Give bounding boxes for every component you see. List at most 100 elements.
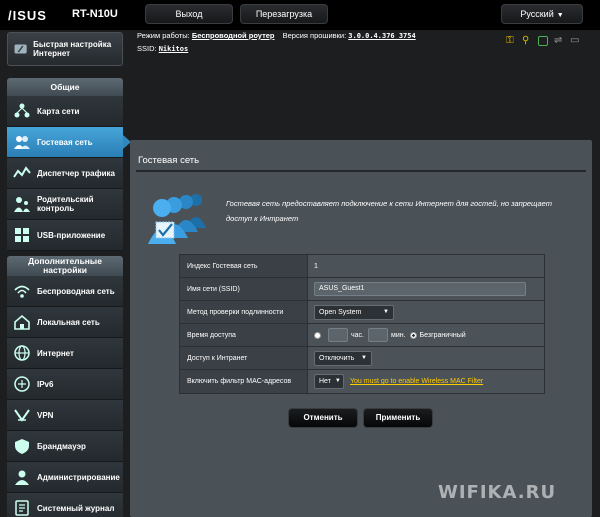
- usb-app-icon: [15, 228, 29, 242]
- printer-icon[interactable]: ▭: [570, 36, 580, 46]
- form-row-auth: Метод проверки подлинности Open System ▼: [180, 301, 544, 324]
- quick-setup-button[interactable]: Быстрая настройка Интернет: [7, 32, 123, 66]
- wireless-icon: [14, 285, 30, 298]
- minutes-unit: мин.: [391, 331, 406, 339]
- internet-status-icon[interactable]: [538, 36, 548, 46]
- general-section-header: Общие: [7, 78, 123, 96]
- index-label: Индекс Гостевая сеть: [180, 255, 308, 277]
- sidebar-item-label: Гостевая сеть: [37, 137, 93, 147]
- form-row-ssid: Имя сети (SSID) ASUS_Guest1: [180, 278, 544, 301]
- ethernet-icon[interactable]: ⚲: [522, 36, 532, 46]
- guest-users-icon: [148, 194, 206, 244]
- sidebar-item-label: VPN: [37, 410, 54, 420]
- status-icons: ⚿ ⚲ ⇌ ▭: [506, 36, 580, 46]
- hours-input[interactable]: [328, 328, 348, 342]
- sidebar-item-wireless[interactable]: Беспроводная сеть: [7, 276, 123, 307]
- sidebar-item-label: USB-приложение: [37, 230, 106, 240]
- cancel-button[interactable]: Отменить: [288, 408, 358, 428]
- asus-logo[interactable]: /ISUS: [8, 8, 47, 23]
- form-row-access-time: Время доступа час. мин. Безграничный: [180, 324, 544, 347]
- key-icon[interactable]: ⚿: [506, 36, 516, 46]
- hours-unit: час.: [351, 331, 364, 339]
- sidebar-item-label: Администрирование: [37, 472, 120, 482]
- sidebar-item-system-log[interactable]: Системный журнал: [7, 493, 123, 517]
- sidebar-item-label: Локальная сеть: [37, 317, 100, 327]
- page-title: Гостевая сеть: [138, 155, 200, 166]
- mac-filter-label: Включить фильтр MAC-адресов: [180, 370, 308, 393]
- title-divider: [136, 170, 586, 172]
- sidebar-item-vpn[interactable]: VPN: [7, 400, 123, 431]
- firmware-label: Версия прошивки:: [282, 31, 347, 40]
- ssid-link[interactable]: Nikitos: [159, 45, 189, 53]
- mac-filter-value: Нет: [319, 378, 331, 385]
- router-model: RT-N10U: [72, 8, 118, 20]
- mac-filter-select[interactable]: Нет ▼: [314, 374, 344, 389]
- sidebar-item-label: IPv6: [37, 379, 54, 389]
- chevron-down-icon: ▼: [361, 354, 367, 361]
- system-log-icon: [15, 500, 29, 516]
- sidebar-item-guest-network[interactable]: Гостевая сеть: [7, 127, 131, 158]
- auth-method-value: Open System: [319, 308, 362, 316]
- auth-method-select[interactable]: Open System ▼: [314, 304, 394, 320]
- parental-control-icon: [14, 197, 30, 212]
- intranet-access-select[interactable]: Отключить ▼: [314, 350, 372, 366]
- sidebar-item-label: Беспроводная сеть: [37, 286, 115, 296]
- ssid-field-label: Имя сети (SSID): [180, 278, 308, 300]
- sidebar-item-lan[interactable]: Локальная сеть: [7, 307, 123, 338]
- apply-button[interactable]: Применить: [363, 408, 433, 428]
- ipv6-icon: [14, 376, 30, 392]
- general-menu: Карта сети Гостевая сеть Диспетчер трафи…: [7, 96, 131, 251]
- form-row-index: Индекс Гостевая сеть 1: [180, 255, 544, 278]
- main-panel: Гостевая сеть Гостевая сеть предоставляе…: [130, 140, 592, 517]
- sidebar-item-label: Родительский контроль: [37, 195, 94, 213]
- intro-text: Гостевая сеть предоставляет подключение …: [226, 199, 553, 223]
- unlimited-radio[interactable]: [409, 331, 417, 339]
- top-bar: /ISUS RT-N10U Выход Перезагрузка Русский…: [0, 0, 600, 30]
- access-time-label: Время доступа: [180, 324, 308, 346]
- chevron-down-icon: ▼: [556, 12, 564, 19]
- usb-icon[interactable]: ⇌: [554, 36, 564, 46]
- sidebar-item-administration[interactable]: Администрирование: [7, 462, 123, 493]
- administration-icon: [15, 470, 29, 485]
- firewall-icon: [15, 439, 29, 454]
- auth-method-label: Метод проверки подлинности: [180, 301, 308, 323]
- language-select[interactable]: Русский ▼: [501, 4, 583, 24]
- sidebar-item-parental-control[interactable]: Родительский контроль: [7, 189, 123, 220]
- traffic-manager-icon: [13, 166, 31, 178]
- sidebar-item-traffic-manager[interactable]: Диспетчер трафика: [7, 158, 123, 189]
- sidebar-item-label: Брандмауэр: [37, 441, 86, 451]
- minutes-input[interactable]: [368, 328, 388, 342]
- sidebar-item-network-map[interactable]: Карта сети: [7, 96, 123, 127]
- ssid-input[interactable]: ASUS_Guest1: [314, 282, 526, 296]
- sidebar-item-label: Интернет: [37, 348, 74, 358]
- sidebar-item-usb-app[interactable]: USB-приложение: [7, 220, 123, 251]
- ssid-label: SSID:: [137, 44, 157, 53]
- watermark: WIFIKA.RU: [438, 482, 557, 503]
- firmware-link[interactable]: 3.0.0.4.376_3754: [348, 32, 415, 40]
- lan-icon: [14, 314, 30, 330]
- unlimited-label: Безграничный: [419, 331, 466, 339]
- form-row-intranet: Доступ к Интранет Отключить ▼: [180, 347, 544, 370]
- sidebar-item-firewall[interactable]: Брандмауэр: [7, 431, 123, 462]
- index-value: 1: [314, 262, 318, 270]
- intranet-access-label: Доступ к Интранет: [180, 347, 308, 369]
- reboot-button[interactable]: Перезагрузка: [240, 4, 328, 24]
- sidebar-item-internet[interactable]: Интернет: [7, 338, 123, 369]
- language-label: Русский: [520, 9, 554, 19]
- form-row-mac-filter: Включить фильтр MAC-адресов Нет ▼ You mus…: [180, 370, 544, 393]
- sidebar-item-label: Системный журнал: [37, 503, 115, 513]
- guest-network-icon: [14, 136, 30, 149]
- vpn-icon: [14, 409, 30, 422]
- intranet-access-value: Отключить: [319, 354, 355, 362]
- status-bar: Режим работы: Беспроводной роутер Версия…: [137, 31, 422, 53]
- network-map-icon: [14, 103, 30, 118]
- quick-setup-label: Быстрая настройка Интернет: [33, 40, 112, 58]
- quick-setup-icon: [14, 44, 27, 54]
- mode-link[interactable]: Беспроводной роутер: [192, 31, 275, 40]
- mac-filter-link[interactable]: You must go to enable Wireless MAC Filte…: [350, 378, 483, 385]
- logout-button[interactable]: Выход: [145, 4, 233, 24]
- limited-time-radio[interactable]: [314, 331, 321, 339]
- sidebar-item-label: Диспетчер трафика: [37, 168, 115, 178]
- chevron-down-icon: ▼: [334, 378, 341, 384]
- sidebar-item-ipv6[interactable]: IPv6: [7, 369, 123, 400]
